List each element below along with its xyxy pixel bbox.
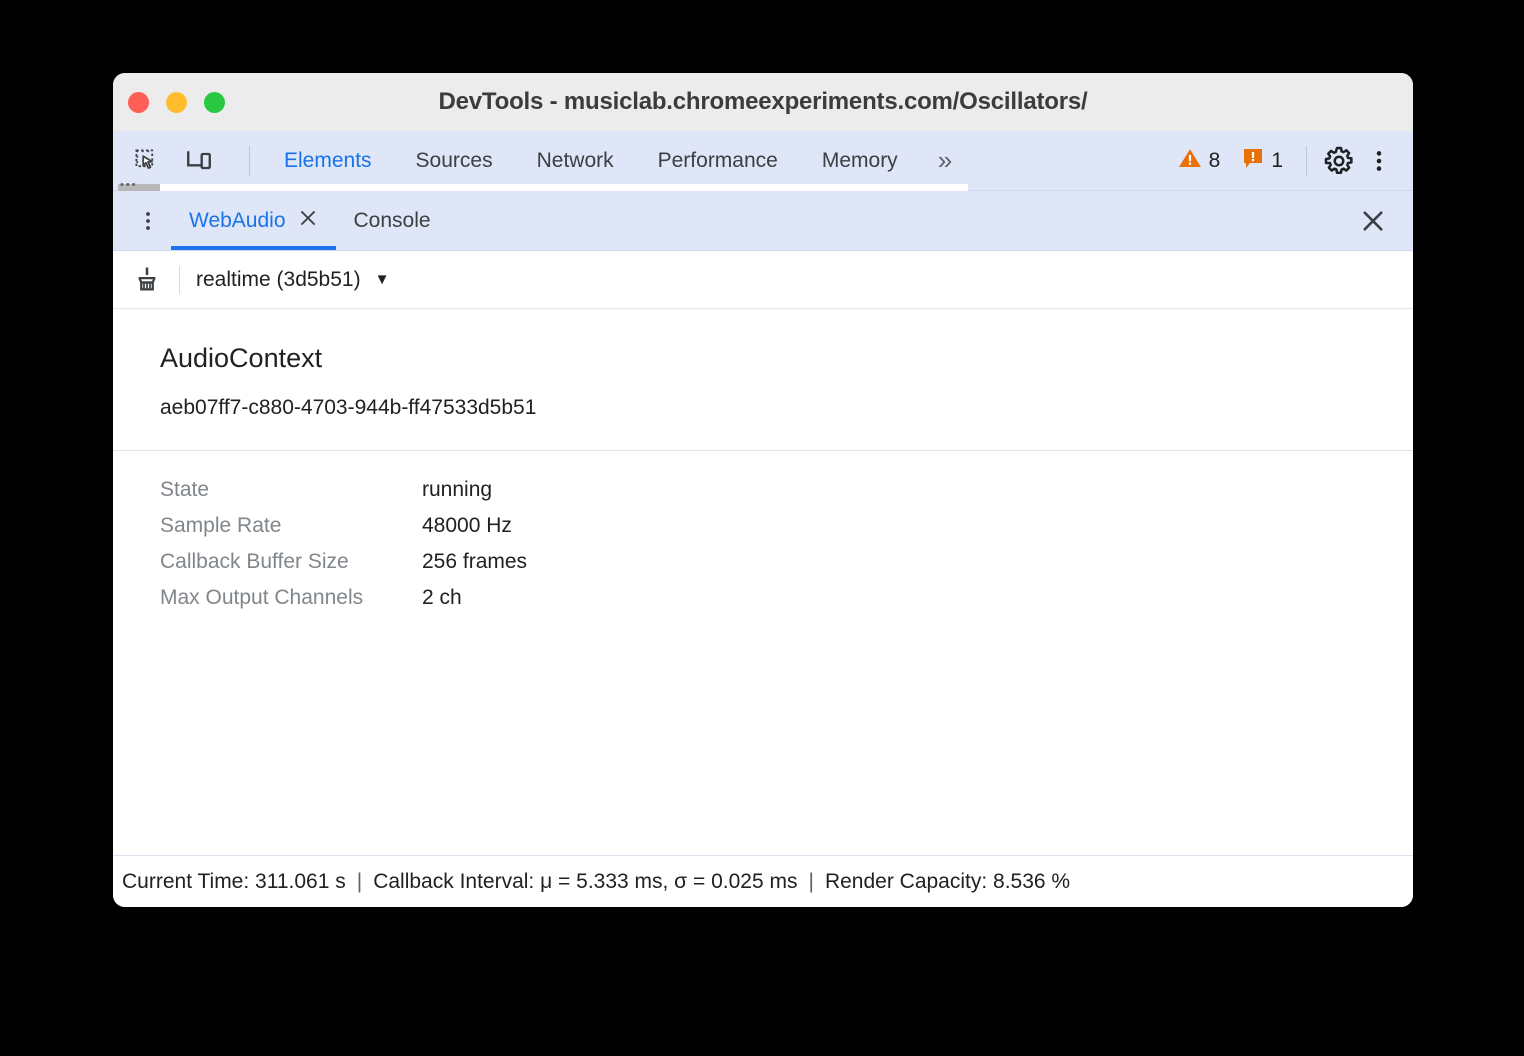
tab-performance-label: Performance (658, 149, 778, 173)
issue-counter[interactable]: 1 (1233, 147, 1292, 175)
status-render-capacity: Render Capacity: 8.536 % (825, 870, 1070, 894)
drawer-tab-console-label: Console (354, 209, 431, 233)
traffic-light-group (128, 73, 225, 131)
device-toolbar-icon[interactable] (181, 143, 217, 179)
toolbar-right-group: 8 1 (1169, 143, 1413, 179)
drawer-tab-webaudio[interactable]: WebAudio (171, 191, 336, 250)
broom-clear-icon[interactable] (129, 262, 165, 298)
more-options-icon[interactable] (1361, 143, 1397, 179)
tab-memory[interactable]: Memory (800, 131, 920, 191)
status-callback-interval: Callback Interval: μ = 5.333 ms, σ = 0.0… (373, 870, 797, 894)
drawer-more-options-icon[interactable] (125, 191, 171, 250)
more-tabs-label: » (938, 145, 949, 176)
status-separator-1: | (346, 870, 373, 894)
warning-count: 8 (1209, 149, 1221, 173)
drawer-tab-bar: WebAudio Console (113, 191, 1413, 251)
warning-counter[interactable]: 8 (1169, 147, 1230, 175)
drawer-tab-console[interactable]: Console (336, 191, 449, 250)
scrollbar-grip-dots: ••• (120, 182, 138, 188)
audiocontext-header: AudioContext aeb07ff7-c880-4703-944b-ff4… (113, 309, 1413, 451)
close-icon[interactable] (298, 208, 318, 234)
tab-sources-label: Sources (416, 149, 493, 173)
toolbar-divider (249, 146, 250, 176)
property-value: 256 frames (422, 550, 527, 574)
inspect-element-icon[interactable] (129, 143, 165, 179)
audiocontext-uuid: aeb07ff7-c880-4703-944b-ff47533d5b51 (160, 396, 1413, 420)
context-bar-divider (179, 266, 180, 294)
panel-tabs: Elements Sources Network Performance Mem… (262, 131, 967, 191)
property-row-max-output-channels: Max Output Channels 2 ch (160, 586, 1413, 622)
audiocontext-properties: State running Sample Rate 48000 Hz Callb… (113, 451, 1413, 622)
more-tabs-icon[interactable]: » (920, 131, 967, 191)
webaudio-status-bar: Current Time: 311.061 s | Callback Inter… (113, 855, 1413, 907)
window-title: DevTools - musiclab.chromeexperiments.co… (113, 88, 1413, 116)
issue-count: 1 (1271, 149, 1283, 173)
property-row-callback-buffer-size: Callback Buffer Size 256 frames (160, 550, 1413, 586)
devtools-main-toolbar: Elements Sources Network Performance Mem… (113, 131, 1413, 191)
tab-network[interactable]: Network (515, 131, 636, 191)
property-label: State (160, 478, 422, 502)
audiocontext-title: AudioContext (160, 343, 1413, 374)
property-value: 48000 Hz (422, 514, 512, 538)
tab-elements-label: Elements (284, 149, 372, 173)
title-bar: DevTools - musiclab.chromeexperiments.co… (113, 73, 1413, 131)
tab-sources[interactable]: Sources (394, 131, 515, 191)
drawer-close-icon[interactable] (1343, 191, 1403, 250)
devtools-window: DevTools - musiclab.chromeexperiments.co… (113, 73, 1413, 907)
issue-bubble-icon (1242, 147, 1264, 175)
property-label: Sample Rate (160, 514, 422, 538)
property-value: 2 ch (422, 586, 462, 610)
property-row-sample-rate: Sample Rate 48000 Hz (160, 514, 1413, 550)
context-selector-value: realtime (3d5b51) (196, 268, 361, 292)
property-row-state: State running (160, 478, 1413, 514)
scrollbar-thumb[interactable] (118, 184, 160, 191)
minimize-window-button[interactable] (166, 92, 187, 113)
toolbar-left-icons (113, 143, 262, 179)
property-label: Callback Buffer Size (160, 550, 422, 574)
tab-elements[interactable]: Elements (262, 131, 394, 191)
gear-icon[interactable] (1321, 143, 1357, 179)
drawer-tab-webaudio-label: WebAudio (189, 209, 286, 233)
webaudio-content-pane: AudioContext aeb07ff7-c880-4703-944b-ff4… (113, 309, 1413, 855)
tab-performance[interactable]: Performance (636, 131, 800, 191)
property-label: Max Output Channels (160, 586, 422, 610)
tab-memory-label: Memory (822, 149, 898, 173)
warning-triangle-icon (1178, 147, 1202, 175)
maximize-window-button[interactable] (204, 92, 225, 113)
toolbar-divider-2 (1306, 146, 1307, 176)
tab-network-label: Network (537, 149, 614, 173)
webaudio-context-bar: realtime (3d5b51) ▼ (113, 251, 1413, 309)
status-current-time: Current Time: 311.061 s (122, 870, 346, 894)
chevron-down-icon: ▼ (375, 271, 390, 288)
status-separator-2: | (797, 870, 824, 894)
property-value: running (422, 478, 492, 502)
context-selector-dropdown[interactable]: realtime (3d5b51) ▼ (196, 268, 389, 292)
close-window-button[interactable] (128, 92, 149, 113)
